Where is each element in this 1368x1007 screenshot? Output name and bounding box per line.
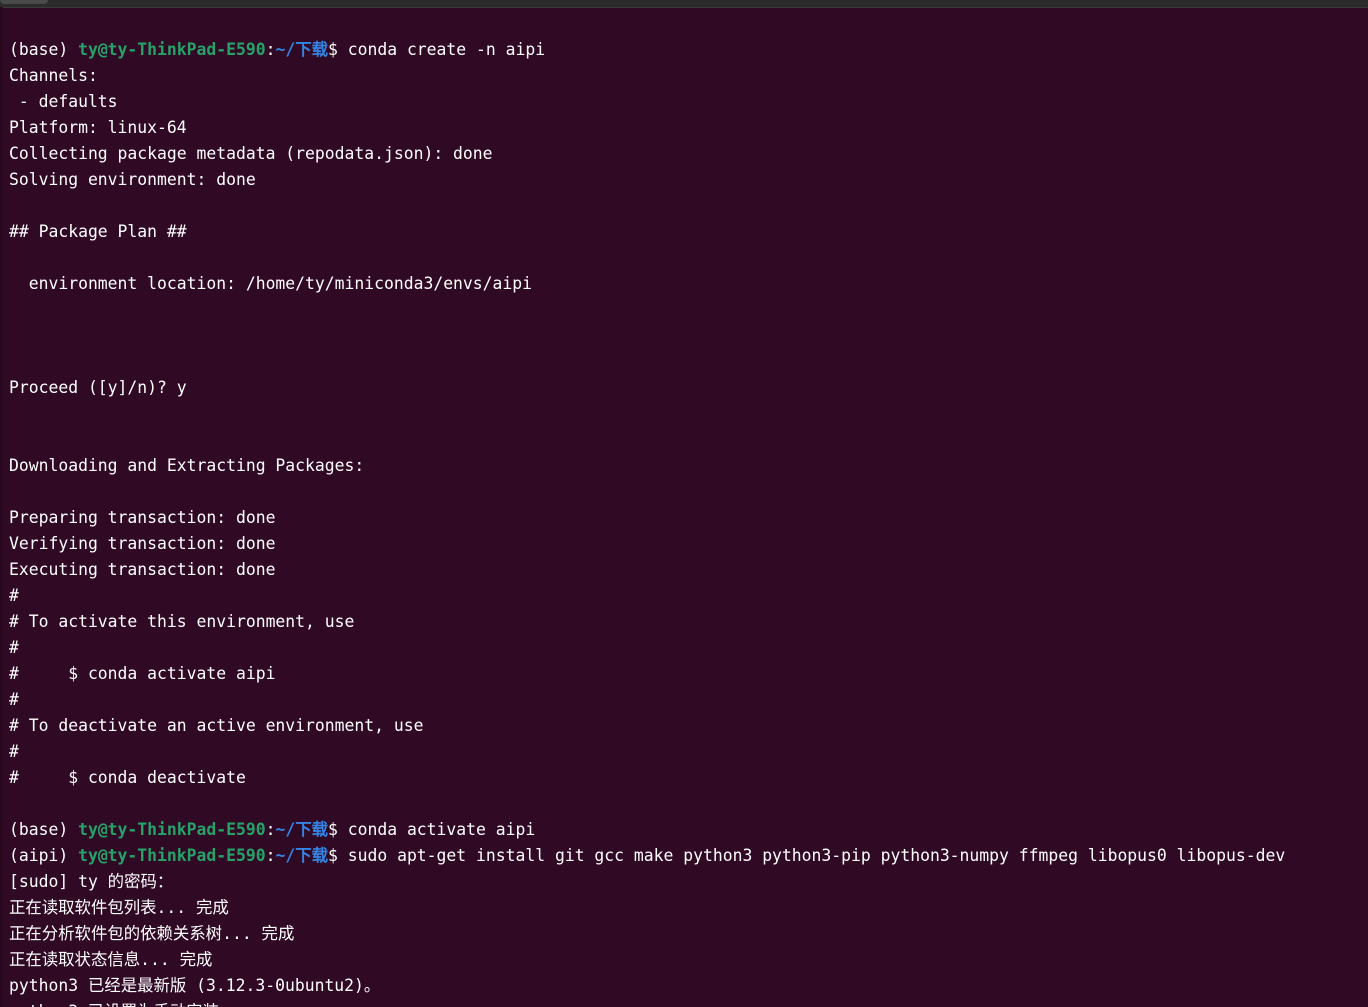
terminal-window: (base) ty@ty-ThinkPad-E590:~/下载$ conda c…: [0, 0, 1368, 1007]
current-path: ~/下载: [275, 820, 328, 839]
output-line: #: [9, 690, 19, 709]
output-line: # $ conda deactivate: [9, 768, 246, 787]
output-line: Verifying transaction: done: [9, 534, 276, 553]
output-line: Solving environment: done: [9, 170, 256, 189]
user-host: ty@ty-ThinkPad-E590: [78, 40, 266, 59]
output-line: [sudo] ty 的密码：: [9, 872, 174, 891]
prompt-line: (base) ty@ty-ThinkPad-E590:~/下载$ conda a…: [9, 817, 1359, 843]
prompt-line: (base) ty@ty-ThinkPad-E590:~/下载$ conda c…: [9, 37, 1359, 63]
output-line: Channels:: [9, 66, 98, 85]
output-line: 正在读取软件包列表... 完成: [9, 898, 229, 917]
user-host: ty@ty-ThinkPad-E590: [78, 846, 266, 865]
output-line: Preparing transaction: done: [9, 508, 276, 527]
header-tab[interactable]: [0, 0, 48, 4]
prompt-colon: :: [265, 846, 276, 865]
terminal-output[interactable]: (base) ty@ty-ThinkPad-E590:~/下载$ conda c…: [9, 37, 1359, 1007]
conda-env-label: (aipi): [9, 846, 79, 865]
prompt-symbol: $: [327, 820, 348, 839]
output-line: #: [9, 586, 19, 605]
output-line: #: [9, 638, 19, 657]
conda-env-label: (base): [9, 820, 79, 839]
command-text: conda create -n aipi: [347, 40, 546, 59]
output-line: python3 已经是最新版 (3.12.3-0ubuntu2)。: [9, 976, 381, 995]
prompt-colon: :: [265, 40, 276, 59]
output-line: Platform: linux-64: [9, 118, 187, 137]
prompt-colon: :: [265, 820, 276, 839]
window-edge: [0, 7, 3, 1007]
conda-env-label: (base): [9, 40, 79, 59]
terminal-header-bar: [0, 0, 1368, 8]
output-line: # $ conda activate aipi: [9, 664, 276, 683]
output-line: 正在读取状态信息... 完成: [9, 950, 213, 969]
output-line: environment location: /home/ty/miniconda…: [9, 274, 533, 293]
output-line: python3 已设置为手动安装。: [9, 999, 1359, 1007]
output-line: # To activate this environment, use: [9, 612, 355, 631]
output-line: - defaults: [9, 92, 118, 111]
command-text: conda activate aipi: [347, 820, 536, 839]
output-line: Proceed ([y]/n)? y: [9, 378, 187, 397]
command-text: sudo apt-get install git gcc make python…: [347, 846, 1286, 865]
output-line: 正在分析软件包的依赖关系树... 完成: [9, 924, 295, 943]
output-line: Executing transaction: done: [9, 560, 276, 579]
prompt-line: (aipi) ty@ty-ThinkPad-E590:~/下载$ sudo ap…: [9, 843, 1359, 869]
user-host: ty@ty-ThinkPad-E590: [78, 820, 266, 839]
prompt-symbol: $: [327, 846, 348, 865]
prompt-symbol: $: [327, 40, 348, 59]
output-line: Collecting package metadata (repodata.js…: [9, 144, 493, 163]
output-line: #: [9, 742, 19, 761]
output-line: # To deactivate an active environment, u…: [9, 716, 424, 735]
current-path: ~/下载: [275, 846, 328, 865]
output-line: Downloading and Extracting Packages:: [9, 456, 365, 475]
output-line: ## Package Plan ##: [9, 222, 187, 241]
current-path: ~/下载: [275, 40, 328, 59]
